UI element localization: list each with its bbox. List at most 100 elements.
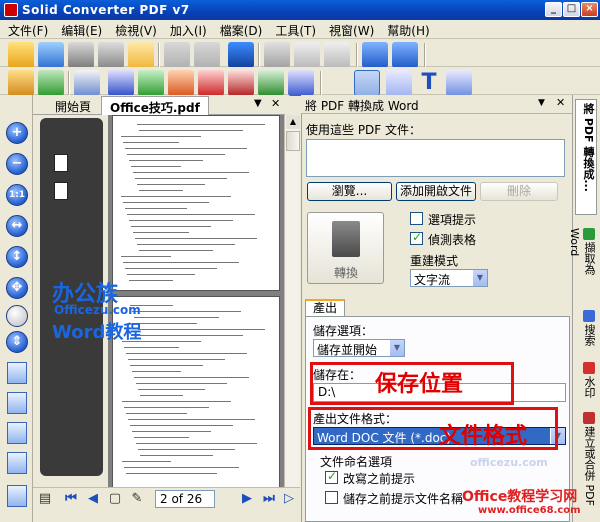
two-pane-icon[interactable] — [362, 42, 388, 68]
vertical-scrollbar[interactable]: ▲ — [284, 115, 300, 488]
document-view[interactable] — [108, 115, 284, 488]
menu-tools[interactable]: 工具(T) — [267, 20, 321, 39]
maximize-button[interactable]: □ — [563, 2, 580, 17]
fit-height-icon[interactable]: ↕ — [6, 246, 28, 268]
actual-size-icon[interactable]: 1:1 — [6, 184, 28, 206]
continuous-icon[interactable] — [7, 392, 27, 414]
prev-page-icon[interactable]: ◀ — [85, 491, 101, 507]
last-page-icon[interactable]: ⏭ — [261, 491, 277, 507]
mark-icon[interactable]: ✎ — [129, 491, 145, 507]
save-icon[interactable] — [68, 42, 94, 68]
side-tab-merge-label: 建立或合併 PDF — [583, 426, 596, 506]
to-word-icon[interactable] — [108, 70, 134, 96]
remove-button[interactable]: 刪除 — [480, 182, 558, 201]
page-number-input[interactable]: 2 of 26 — [155, 490, 215, 508]
panel-close-icon[interactable]: ✕ — [556, 96, 565, 109]
scroll-thumb[interactable] — [286, 131, 300, 151]
select-text-icon[interactable] — [354, 70, 380, 96]
zoom-out-icon[interactable]: − — [6, 153, 28, 175]
redo-icon[interactable] — [194, 42, 220, 68]
scan-icon[interactable] — [8, 70, 34, 96]
app-window: Solid Converter PDF v7 _ □ × 文件(F) 编辑(E) 檢… — [0, 0, 600, 522]
checklist-icon[interactable] — [74, 70, 100, 96]
undo-icon[interactable] — [164, 42, 190, 68]
to-pdf-icon[interactable] — [198, 70, 224, 96]
to-html-icon[interactable] — [228, 70, 254, 96]
add-open-button[interactable]: 添加開啟文件 — [396, 182, 476, 201]
search-icon — [583, 310, 595, 322]
next-page-icon[interactable]: ▶ — [239, 491, 255, 507]
browse-button[interactable]: 瀏覽... — [307, 182, 392, 201]
tab-start-page[interactable]: 開始頁 — [47, 96, 99, 115]
facing-icon[interactable] — [7, 422, 27, 444]
page-thumb-icon[interactable] — [54, 154, 68, 172]
panel-menu-arrow-icon[interactable]: ▼ — [538, 98, 545, 108]
detect-tables-checkbox[interactable] — [410, 230, 423, 245]
snapshot-icon[interactable] — [446, 70, 472, 96]
thumbnails-icon[interactable] — [7, 485, 27, 507]
cut-icon[interactable] — [264, 42, 290, 68]
page-thumb-icon[interactable] — [54, 182, 68, 200]
pdf-text-line — [136, 323, 197, 324]
menu-view[interactable]: 檢視(V) — [107, 20, 162, 39]
refresh-icon[interactable] — [38, 70, 64, 96]
to-image-icon[interactable] — [288, 70, 314, 96]
grid-icon[interactable] — [228, 42, 254, 68]
magnifier-icon[interactable] — [6, 305, 28, 327]
split-icon[interactable] — [392, 42, 418, 68]
close-tab-icon[interactable]: ✕ — [271, 97, 280, 110]
fit-page-icon[interactable]: ✥ — [6, 277, 28, 299]
rotate-icon[interactable]: ⇕ — [6, 331, 28, 353]
save-options-select[interactable]: 儲存並開始 ▼ — [313, 339, 405, 357]
side-tab-convert[interactable]: 將 PDF 轉換成... — [575, 99, 597, 215]
prompt-filename-checkbox[interactable] — [325, 491, 338, 504]
menu-edit[interactable]: 编辑(E) — [53, 20, 107, 39]
first-page-icon[interactable]: ⏮ — [63, 491, 79, 507]
pointer-icon[interactable] — [386, 70, 412, 96]
zoom-in-icon[interactable]: + — [6, 122, 28, 144]
print-icon[interactable] — [98, 42, 124, 68]
panel-title: 將 PDF 轉換成 Word — [305, 99, 419, 113]
pdf-file-list[interactable] — [306, 139, 565, 177]
minimize-button[interactable]: _ — [545, 2, 562, 17]
prompt-overwrite-checkbox[interactable] — [325, 469, 338, 484]
to-text-icon[interactable] — [258, 70, 284, 96]
scroll-up-icon[interactable]: ▲ — [286, 115, 300, 129]
continuous-facing-icon[interactable] — [7, 452, 27, 474]
open-icon[interactable] — [8, 42, 34, 68]
fit-width-icon[interactable]: ↔ — [6, 215, 28, 237]
page-layout-icon[interactable]: ▤ — [37, 491, 53, 507]
pdf-text-line — [131, 226, 211, 227]
text-tool-icon[interactable]: T — [416, 70, 442, 96]
pdf-text-line — [130, 365, 203, 366]
new-icon[interactable] — [38, 42, 64, 68]
side-tab-merge[interactable]: 建立或合併 PDF — [575, 409, 597, 519]
convert-button[interactable]: 轉換 — [307, 212, 384, 284]
option-hint-checkbox[interactable] — [410, 212, 423, 225]
side-tab-search[interactable]: 搜索 — [575, 307, 597, 353]
menu-help[interactable]: 幫助(H) — [379, 20, 434, 39]
pdf-text-line — [135, 178, 227, 179]
email-icon[interactable] — [128, 42, 154, 68]
copy-icon[interactable] — [294, 42, 320, 68]
rebuild-mode-select[interactable]: 文字流 ▼ — [410, 269, 488, 287]
paste-icon[interactable] — [324, 42, 350, 68]
menu-file[interactable]: 文件(F) — [0, 20, 53, 39]
side-tab-watermark[interactable]: 水印 — [575, 359, 597, 403]
menu-window[interactable]: 視窗(W) — [321, 20, 379, 39]
pdf-text-line — [125, 148, 247, 149]
side-tab-extract[interactable]: 擷取為 Word — [568, 225, 597, 299]
tab-list-arrow-icon[interactable]: ▼ — [254, 98, 262, 109]
close-button[interactable]: × — [581, 2, 598, 17]
tab-document[interactable]: Office技巧.pdf — [101, 96, 209, 115]
to-ppt-icon[interactable] — [168, 70, 194, 96]
menu-document[interactable]: 檔案(D) — [212, 20, 268, 39]
domain-watermark: Officezu.com — [54, 303, 141, 317]
single-page-icon[interactable] — [7, 362, 27, 384]
to-excel-icon[interactable] — [138, 70, 164, 96]
tab-output[interactable]: 產出 — [305, 299, 345, 317]
menu-insert[interactable]: 加入(I) — [162, 20, 212, 39]
option-hint-label: 選項提示 — [428, 213, 477, 227]
go-icon[interactable]: ▷ — [281, 491, 297, 507]
fit-icon[interactable]: ▢ — [107, 491, 123, 507]
